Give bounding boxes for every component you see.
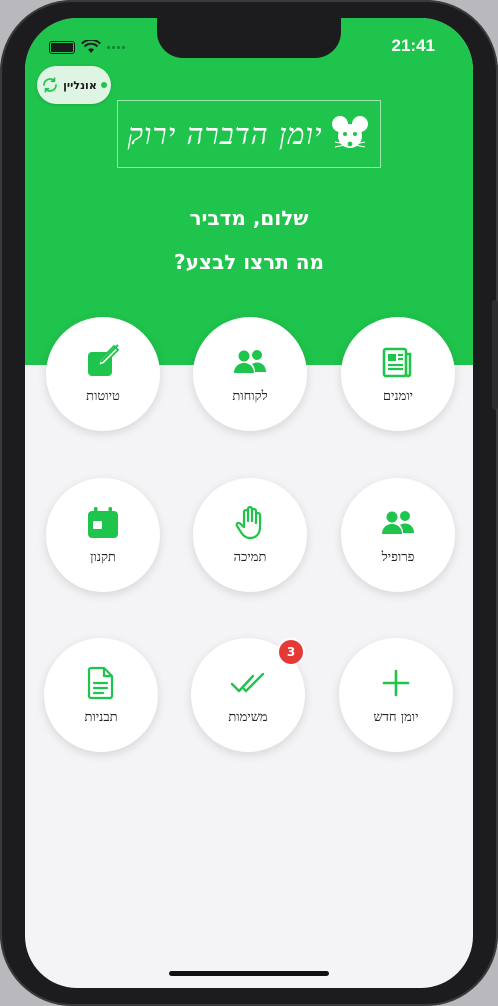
tile-label: טיוטות: [86, 389, 120, 404]
tile-tasks[interactable]: משימות 3: [191, 638, 305, 752]
tasks-badge: 3: [279, 640, 303, 664]
tile-new-journal[interactable]: יומן חדש: [339, 638, 453, 752]
battery-icon: [49, 40, 75, 54]
logo-text: יומן הדברה ירוק: [127, 116, 323, 151]
plus-icon: [382, 669, 410, 697]
calendar-icon: [88, 507, 118, 538]
tile-templates[interactable]: תבניות: [44, 638, 158, 752]
tile-label: תמיכה: [233, 550, 267, 565]
mouse-icon: [331, 116, 368, 148]
tile-label: משימות: [228, 710, 268, 725]
double-check-icon: [230, 672, 265, 693]
phone-frame: 21:41 אונליין יומן הדברה ירוק שלום, מדבי…: [0, 0, 498, 1006]
tile-journals[interactable]: יומנים: [341, 317, 455, 431]
tile-profile[interactable]: פרופיל: [341, 478, 455, 592]
user-group-icon: [382, 511, 414, 534]
users-icon: [234, 350, 266, 373]
signal-icon: [107, 45, 125, 49]
sync-icon: [43, 77, 57, 93]
tile-regulations[interactable]: תקנון: [46, 478, 160, 592]
journal-icon: [382, 347, 412, 378]
app-logo: יומן הדברה ירוק: [117, 100, 381, 168]
greeting-title: שלום, מדביר: [189, 206, 309, 230]
status-icons: [49, 40, 125, 54]
tile-label: יומן חדש: [373, 710, 419, 725]
edit-icon: [88, 344, 120, 376]
tile-label: לקוחות: [232, 389, 268, 404]
tile-label: פרופיל: [381, 550, 415, 565]
status-time: 21:41: [391, 36, 435, 55]
side-button: [492, 300, 498, 410]
online-status-label: אונליין: [63, 78, 97, 92]
tile-label: יומנים: [382, 389, 414, 404]
document-icon: [87, 666, 114, 700]
tile-label: תקנון: [90, 550, 116, 565]
wifi-icon: [81, 40, 101, 53]
greeting-question: מה תרצו לבצע?: [173, 250, 325, 274]
online-status-button[interactable]: אונליין: [37, 66, 111, 104]
hand-icon: [235, 505, 262, 540]
tile-customers[interactable]: לקוחות: [193, 317, 307, 431]
home-indicator[interactable]: [169, 971, 329, 976]
app-screen: 21:41 אונליין יומן הדברה ירוק שלום, מדבי…: [25, 18, 473, 988]
online-indicator-dot: [100, 82, 107, 88]
tile-drafts[interactable]: טיוטות: [46, 317, 160, 431]
device-notch: [157, 18, 341, 58]
tile-label: תבניות: [84, 710, 118, 725]
tile-support[interactable]: תמיכה: [193, 478, 307, 592]
